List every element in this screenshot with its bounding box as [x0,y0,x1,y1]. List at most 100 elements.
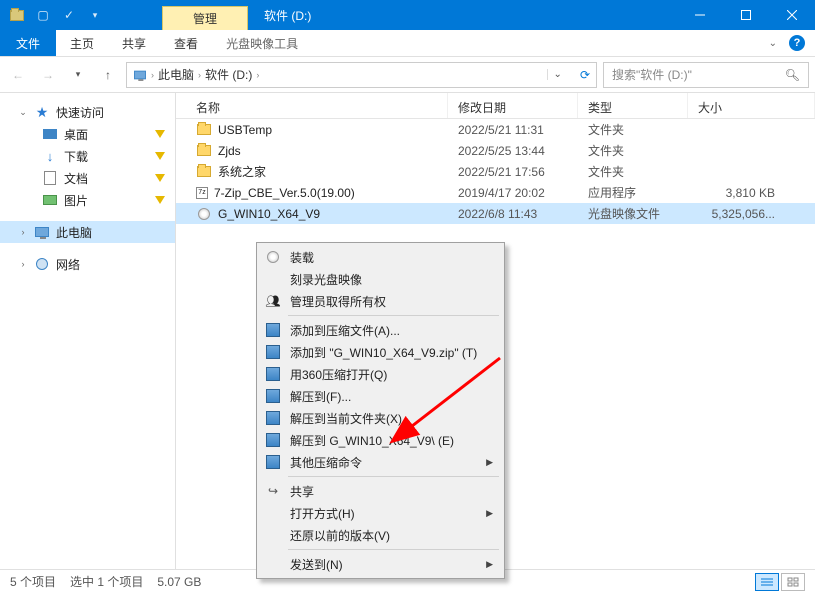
pin-icon [155,174,165,182]
file-type: 文件夹 [578,121,688,138]
expander-icon[interactable]: ⌄ [18,107,28,118]
nav-quick-access[interactable]: ⌄ ★ 快速访问 [0,101,175,123]
ctx-add-archive[interactable]: 添加到压缩文件(A)... [260,319,501,341]
view-details-button[interactable] [755,573,779,591]
ctx-extract-named[interactable]: 解压到 G_WIN10_X64_V9\ (E) [260,429,501,451]
ribbon-tab-file[interactable]: 文件 [0,30,56,56]
ctx-open-360[interactable]: 用360压缩打开(Q) [260,363,501,385]
file-type: 应用程序 [578,184,688,201]
share-icon: ↪ [264,482,282,500]
ribbon-tab-disc-tools[interactable]: 光盘映像工具 [212,30,312,56]
folder-icon [196,122,212,138]
column-headers: 名称 修改日期 类型 大小 [176,93,815,119]
breadcrumb[interactable]: › 此电脑 › 软件 (D:) › ⌄ ⟳ [126,62,597,88]
close-button[interactable] [769,0,815,30]
nav-desktop[interactable]: 桌面 [0,123,175,145]
col-date[interactable]: 修改日期 [448,93,578,118]
col-type[interactable]: 类型 [578,93,688,118]
col-size[interactable]: 大小 [688,93,815,118]
nav-downloads[interactable]: ↓ 下载 [0,145,175,167]
archive-icon [264,343,282,361]
archive-icon [264,365,282,383]
ribbon-context-tab[interactable]: 管理 [162,6,248,30]
file-name: Zjds [218,144,241,158]
breadcrumb-segment[interactable]: 此电脑 [158,66,194,83]
ctx-extract-here[interactable]: 解压到当前文件夹(X) [260,407,501,429]
ctx-add-named[interactable]: 添加到 "G_WIN10_X64_V9.zip" (T) [260,341,501,363]
ctx-send-to[interactable]: 发送到(N)▶ [260,553,501,575]
pictures-icon [42,192,58,208]
ribbon-tab-home[interactable]: 主页 [56,30,108,56]
ctx-other-cmds[interactable]: 其他压缩命令▶ [260,451,501,473]
pin-icon [155,130,165,138]
nav-back-button[interactable]: ← [6,63,30,87]
quick-access-toolbar: ▢ ✓ ▾ [0,0,122,30]
nav-history-dropdown[interactable]: ▾ [66,63,90,87]
qat-item[interactable]: ▢ [32,5,54,25]
file-name: USBTemp [218,123,272,137]
file-row[interactable]: Zjds2022/5/25 13:44文件夹 [176,140,815,161]
nav-tree: ⌄ ★ 快速访问 桌面 ↓ 下载 文档 图片 › 此电脑 [0,93,176,569]
status-item-count: 5 个项目 [10,573,56,590]
chevron-right-icon: › [198,70,201,80]
search-placeholder: 搜索"软件 (D:)" [612,66,692,83]
nav-up-button[interactable]: ↑ [96,63,120,87]
file-row[interactable]: 7z7-Zip_CBE_Ver.5.0(19.00)2019/4/17 20:0… [176,182,815,203]
file-row[interactable]: G_WIN10_X64_V92022/6/8 11:43光盘映像文件5,325,… [176,203,815,224]
breadcrumb-dropdown[interactable]: ⌄ [547,69,568,80]
nav-pictures[interactable]: 图片 [0,189,175,211]
file-row[interactable]: USBTemp2022/5/21 11:31文件夹 [176,119,815,140]
refresh-button[interactable]: ⟳ [572,68,590,82]
ctx-admin[interactable]: 👥︎管理员取得所有权 [260,290,501,312]
drive-icon [134,70,146,79]
file-name: G_WIN10_X64_V9 [218,207,320,221]
qat-dropdown[interactable]: ▾ [84,5,106,25]
status-size: 5.07 GB [157,575,201,589]
archive-icon [264,387,282,405]
window-titlebar: ▢ ✓ ▾ 管理 软件 (D:) [0,0,815,30]
nav-forward-button[interactable]: → [36,63,60,87]
network-icon [34,256,50,272]
file-name: 7-Zip_CBE_Ver.5.0(19.00) [214,186,355,200]
maximize-button[interactable] [723,0,769,30]
file-row[interactable]: 系统之家2022/5/21 17:56文件夹 [176,161,815,182]
submenu-arrow-icon: ▶ [486,508,493,519]
ctx-restore[interactable]: 还原以前的版本(V) [260,524,501,546]
minimize-button[interactable] [677,0,723,30]
ctx-burn[interactable]: 刻录光盘映像 [260,268,501,290]
breadcrumb-segment[interactable]: 软件 (D:) [205,66,252,83]
ctx-extract-to[interactable]: 解压到(F)... [260,385,501,407]
chevron-right-icon: › [151,70,154,80]
view-thumbnails-button[interactable] [781,573,805,591]
submenu-arrow-icon: ▶ [486,559,493,570]
search-icon: 🔍︎ [785,68,800,82]
col-name[interactable]: 名称 [176,93,448,118]
submenu-arrow-icon: ▶ [486,457,493,468]
nav-this-pc[interactable]: › 此电脑 [0,221,175,243]
file-size: 3,810 KB [688,186,815,200]
archive-icon [264,453,282,471]
ribbon-expand-icon[interactable]: ⌄ [769,38,777,49]
expander-icon[interactable]: › [18,259,28,269]
qat-item[interactable]: ✓ [58,5,80,25]
ribbon-tab-share[interactable]: 共享 [108,30,160,56]
archive-icon [264,409,282,427]
help-icon[interactable]: ? [789,35,805,51]
ribbon-tabs: 文件 主页 共享 查看 光盘映像工具 ⌄ ? [0,30,815,57]
users-icon: 👥︎ [264,292,282,310]
file-date: 2022/6/8 11:43 [448,207,578,221]
ctx-share[interactable]: ↪共享 [260,480,501,502]
ctx-open-with[interactable]: 打开方式(H)▶ [260,502,501,524]
window-title: 软件 (D:) [248,0,327,30]
ctx-mount[interactable]: 装载 [260,246,501,268]
nav-network[interactable]: › 网络 [0,253,175,275]
context-menu: 装载 刻录光盘映像 👥︎管理员取得所有权 添加到压缩文件(A)... 添加到 "… [256,242,505,579]
expander-icon[interactable]: › [18,227,28,237]
ribbon-tab-view[interactable]: 查看 [160,30,212,56]
nav-documents[interactable]: 文档 [0,167,175,189]
file-date: 2019/4/17 20:02 [448,186,578,200]
disc-icon [196,206,212,222]
chevron-right-icon: › [256,70,259,80]
explorer-icon [6,5,28,25]
search-input[interactable]: 搜索"软件 (D:)" 🔍︎ [603,62,809,88]
